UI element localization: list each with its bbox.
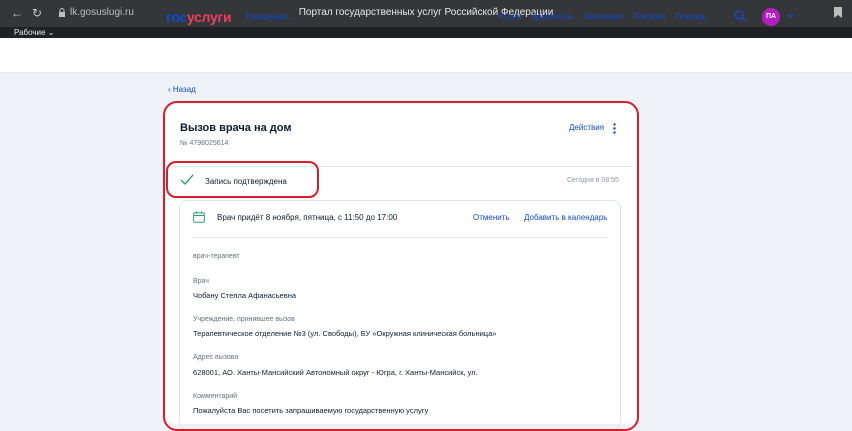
main-nav: Услуги Документы Заявления Платежи Помощ… xyxy=(497,12,706,21)
window-title: Портал государственных услуг Российской … xyxy=(298,7,554,18)
site-header xyxy=(0,38,852,73)
bookmark-icon[interactable] xyxy=(834,7,842,18)
gosuslugi-logo[interactable]: госуслуги xyxy=(166,9,232,25)
search-icon[interactable] xyxy=(734,10,746,22)
avatar[interactable]: ПА xyxy=(762,8,780,26)
browser-toolbar: ← ↻ lk.gosuslugi.ru Портал государственн… xyxy=(0,0,852,27)
highlight-outline-card xyxy=(163,101,639,431)
bookmarks-bar: Рабочие ⌄ xyxy=(0,27,852,38)
highlight-outline-status xyxy=(166,161,319,198)
nav-payments[interactable]: Платежи xyxy=(633,12,665,21)
bookmarks-folder[interactable]: Рабочие ⌄ xyxy=(14,27,54,38)
nav-services[interactable]: Услуги xyxy=(497,12,522,21)
back-link[interactable]: ‹ Назад xyxy=(168,85,196,94)
nav-applications[interactable]: Заявления xyxy=(583,12,623,21)
nav-help[interactable]: Помощь xyxy=(675,12,706,21)
browser-chrome: ← ↻ lk.gosuslugi.ru Портал государственн… xyxy=(0,0,852,38)
audience-selector[interactable]: Гражданам ⌄ xyxy=(246,12,297,21)
chevron-down-icon[interactable] xyxy=(787,13,794,19)
nav-documents[interactable]: Документы xyxy=(532,12,573,21)
